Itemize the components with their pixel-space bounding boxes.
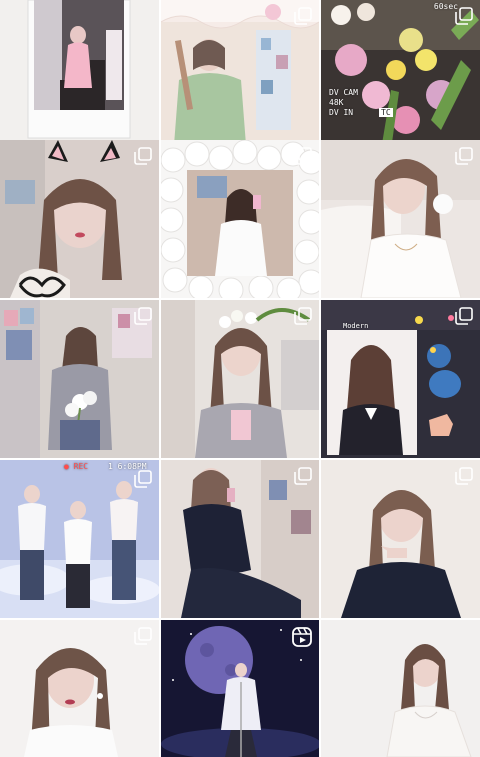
post-tile[interactable]: [321, 140, 480, 298]
post-tile[interactable]: [0, 140, 159, 298]
carousel-icon: [134, 147, 152, 165]
carousel-icon: [134, 627, 152, 645]
grid-row: 60sec DV CAM 48K DV IN TC: [0, 0, 480, 158]
post-tile[interactable]: [161, 620, 319, 757]
reels-icon: [292, 627, 312, 647]
overlay-text: TC: [379, 108, 393, 117]
post-photo: [0, 0, 159, 158]
carousel-icon: [455, 147, 473, 165]
carousel-icon: [455, 467, 473, 485]
carousel-icon: [134, 470, 152, 488]
grid-row: [0, 620, 480, 757]
post-tile[interactable]: [0, 300, 159, 458]
post-tile[interactable]: 60sec DV CAM 48K DV IN TC: [321, 0, 480, 158]
carousel-icon: [455, 7, 473, 25]
post-tile[interactable]: [161, 460, 319, 618]
post-tile[interactable]: ● REC 1 6:08PM: [0, 460, 159, 618]
grid-row: Modern: [0, 300, 480, 458]
grid-row: [0, 140, 480, 298]
overlay-text: Modern: [343, 322, 369, 330]
carousel-icon: [294, 147, 312, 165]
carousel-icon: [134, 307, 152, 325]
carousel-icon: [294, 467, 312, 485]
post-tile[interactable]: [321, 620, 480, 757]
post-tile[interactable]: [0, 620, 159, 757]
overlay-text: DV IN: [329, 108, 354, 117]
overlay-text: ● REC: [64, 462, 89, 471]
overlay-text: 48K: [329, 98, 344, 107]
carousel-icon: [294, 307, 312, 325]
overlay-text: DV CAM: [329, 88, 358, 97]
post-tile[interactable]: [161, 140, 319, 298]
post-tile[interactable]: [161, 300, 319, 458]
grid-row: ● REC 1 6:08PM: [0, 460, 480, 618]
post-tile[interactable]: Modern: [321, 300, 480, 458]
post-tile[interactable]: [161, 0, 319, 158]
post-photo: [321, 620, 480, 757]
carousel-icon: [455, 307, 473, 325]
carousel-icon: [294, 7, 312, 25]
post-tile[interactable]: [321, 460, 480, 618]
post-tile[interactable]: [0, 0, 159, 158]
